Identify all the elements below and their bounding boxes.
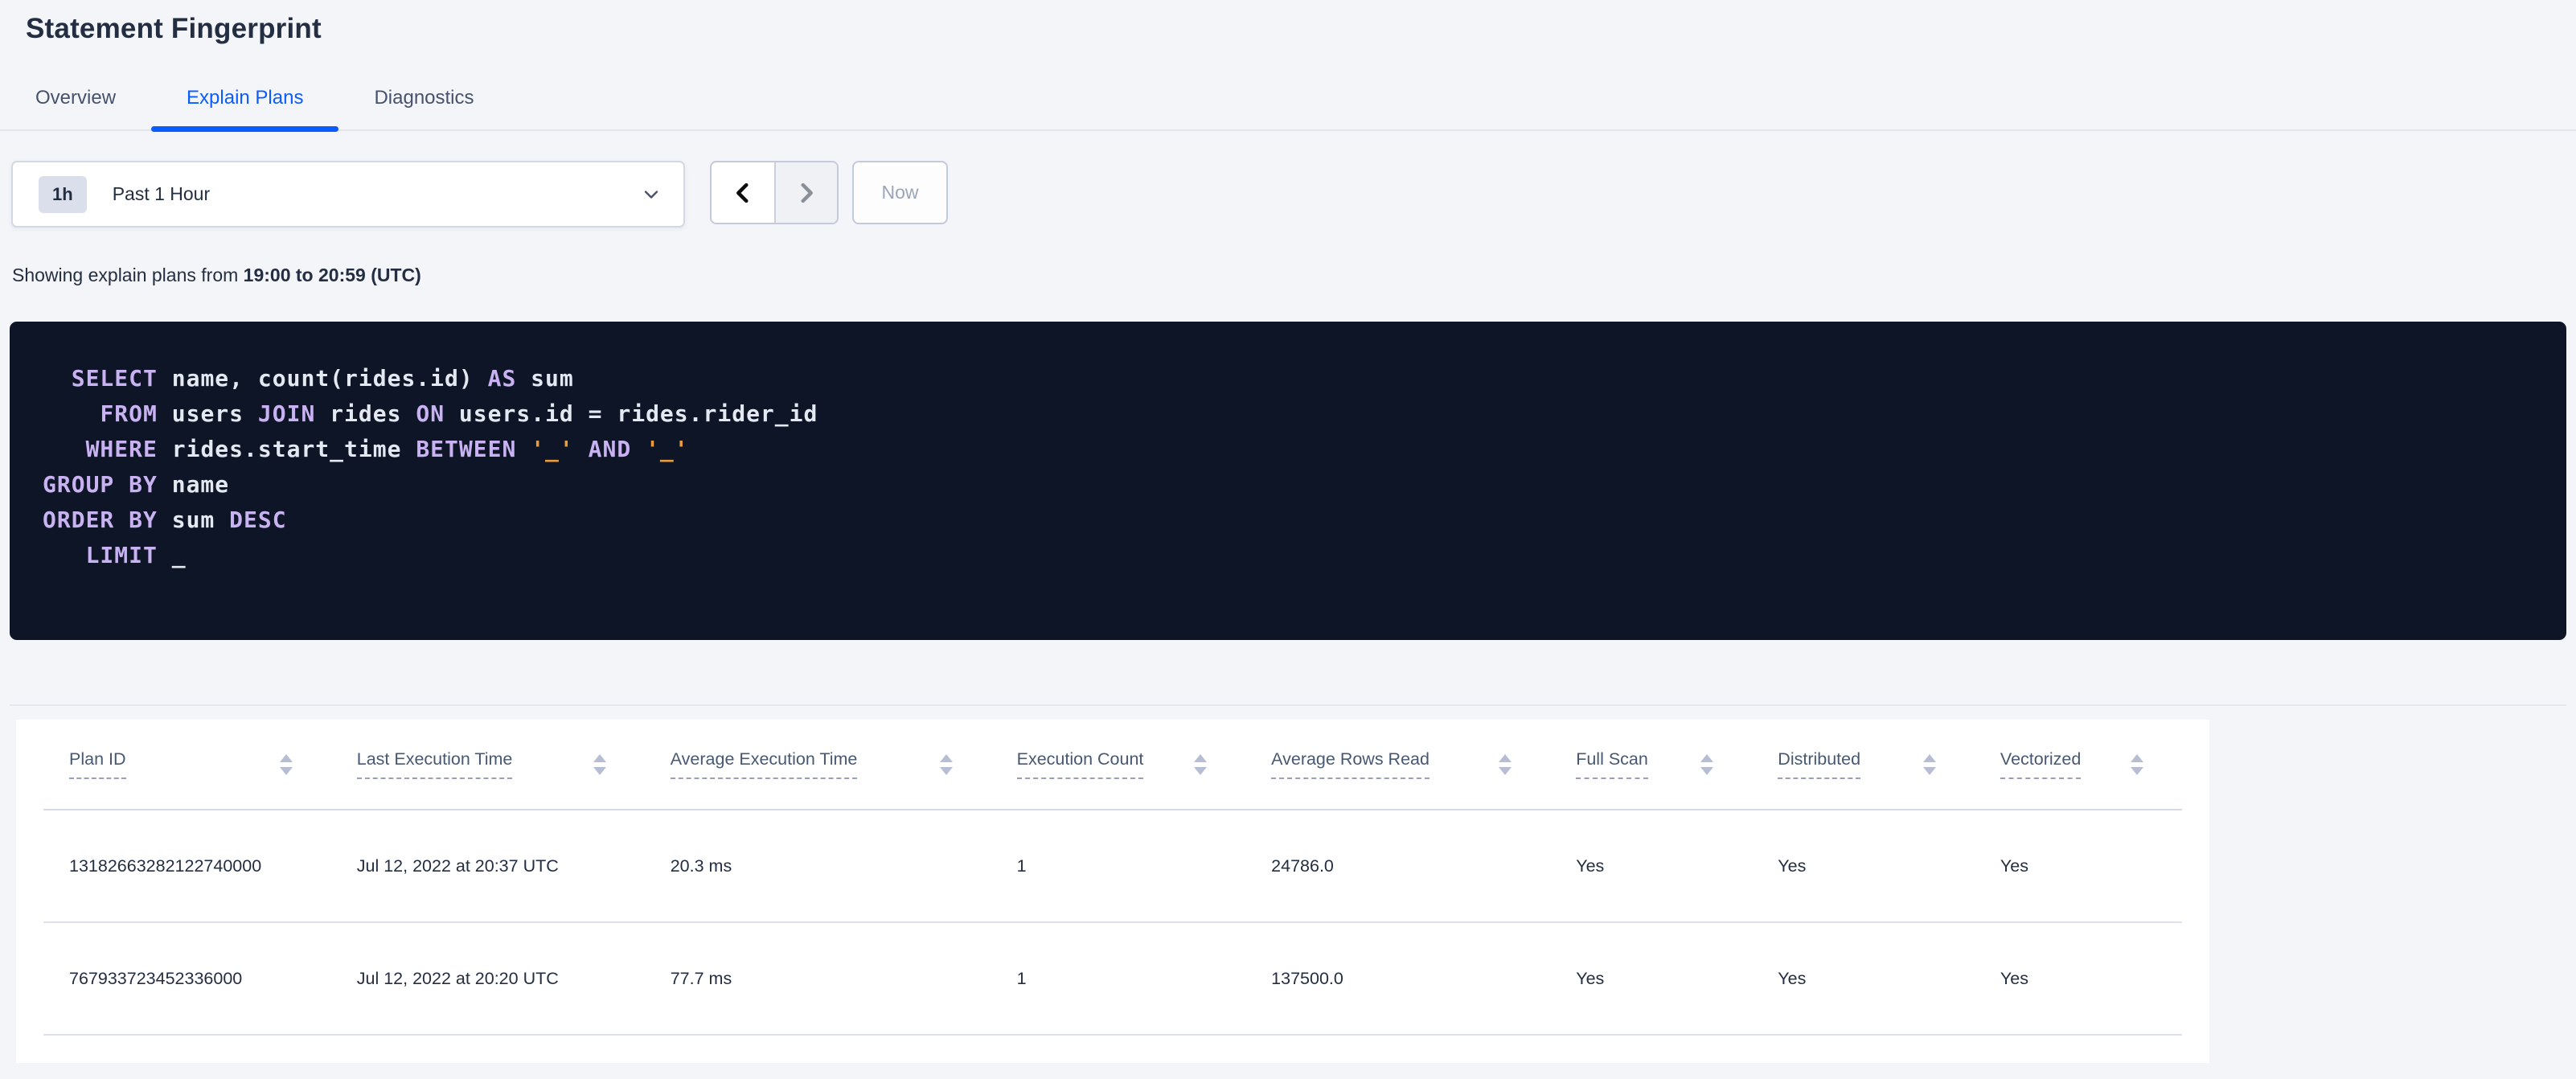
sort-icon <box>279 753 293 775</box>
sort-icon <box>1499 753 1512 775</box>
explain-plans-table: Plan ID Last Execution Time Average Execut… <box>43 720 2182 1036</box>
tab-explain-plans[interactable]: Explain Plans <box>151 67 339 132</box>
tab-diagnostics[interactable]: Diagnostics <box>338 67 509 129</box>
column-header-plan-id[interactable]: Plan ID <box>43 720 331 810</box>
sort-icon <box>939 753 953 775</box>
execution-count-cell: 1 <box>991 922 1246 1036</box>
column-header-label: Execution Count <box>1016 749 1144 779</box>
average-rows-read-cell: 24786.0 <box>1245 810 1551 923</box>
caption-prefix: Showing explain plans from <box>12 265 244 285</box>
sql-line: SELECT name, count(rides.id) AS sum <box>71 365 574 392</box>
column-header-vectorized[interactable]: Vectorized <box>1974 720 2182 810</box>
previous-time-button[interactable] <box>712 162 774 223</box>
execution-count-cell: 1 <box>991 810 1246 923</box>
distributed-cell: Yes <box>1752 810 1975 923</box>
sql-line: LIMIT _ <box>85 542 187 568</box>
sort-icon <box>1922 753 1936 775</box>
column-header-distributed[interactable]: Distributed <box>1752 720 1975 810</box>
time-range-label: Past 1 Hour <box>112 183 211 204</box>
now-button[interactable]: Now <box>852 161 948 224</box>
sql-statement-box: SELECT name, count(rides.id) AS sum FROM… <box>10 322 2566 640</box>
sql-line: GROUP BY name <box>43 471 230 498</box>
section-divider <box>10 704 2566 706</box>
tab-overview-label: Overview <box>35 87 117 109</box>
table-header-row: Plan ID Last Execution Time Average Execut… <box>43 720 2182 810</box>
tab-overview[interactable]: Overview <box>0 67 151 129</box>
caption-time-range: 19:00 to 20:59 (UTC) <box>243 265 421 285</box>
time-controls: 1h Past 1 Hour Now <box>11 161 2576 228</box>
last-execution-time-cell: Jul 12, 2022 at 20:37 UTC <box>330 810 645 923</box>
now-button-label: Now <box>881 182 919 203</box>
full-scan-cell: Yes <box>1550 922 1753 1036</box>
column-header-label: Distributed <box>1778 749 1861 779</box>
sort-icon <box>2131 753 2143 775</box>
sort-icon <box>1194 753 1208 775</box>
vectorized-cell: Yes <box>1974 810 2182 923</box>
next-time-button[interactable] <box>774 162 837 223</box>
sql-line: WHERE rides.start_time BETWEEN '_' AND '… <box>85 436 689 462</box>
time-range-badge: 1h <box>39 175 87 213</box>
sql-statement-code: SELECT name, count(rides.id) AS sum FROM… <box>43 361 2550 573</box>
column-header-label: Last Execution Time <box>356 749 513 779</box>
column-header-label: Plan ID <box>69 749 126 779</box>
column-header-label: Full Scan <box>1576 749 1648 779</box>
sort-icon <box>593 753 606 775</box>
page-title: Statement Fingerprint <box>26 13 322 44</box>
time-range-dropdown[interactable]: 1h Past 1 Hour <box>11 161 685 228</box>
column-header-average-execution-time[interactable]: Average Execution Time <box>644 720 991 810</box>
last-execution-time-cell: Jul 12, 2022 at 20:20 UTC <box>330 922 645 1036</box>
plan-id-cell[interactable]: 767933723452336000 <box>43 922 331 1036</box>
sql-line: ORDER BY sum DESC <box>43 507 287 533</box>
chevron-right-icon <box>801 183 813 203</box>
chevron-down-icon <box>644 190 658 199</box>
table-row[interactable]: 767933723452336000 Jul 12, 2022 at 20:20 … <box>43 922 2182 1036</box>
average-rows-read-cell: 137500.0 <box>1245 922 1551 1036</box>
column-header-average-rows-read[interactable]: Average Rows Read <box>1245 720 1551 810</box>
column-header-last-execution-time[interactable]: Last Execution Time <box>330 720 645 810</box>
explain-plans-table-card: Plan ID Last Execution Time Average Execut… <box>16 720 2209 1063</box>
vectorized-cell: Yes <box>1974 922 2182 1036</box>
plan-id-cell[interactable]: 13182663282122740000 <box>43 810 331 923</box>
tab-diagnostics-label: Diagnostics <box>374 87 474 109</box>
distributed-cell: Yes <box>1752 922 1975 1036</box>
showing-plans-caption: Showing explain plans from 19:00 to 20:5… <box>12 265 2576 286</box>
column-header-execution-count[interactable]: Execution Count <box>991 720 1246 810</box>
table-row[interactable]: 13182663282122740000 Jul 12, 2022 at 20:3… <box>43 810 2182 923</box>
column-header-label: Vectorized <box>2000 749 2082 779</box>
time-step-button-group <box>710 161 839 224</box>
page-header: Statement Fingerprint <box>0 0 2576 45</box>
average-execution-time-cell: 77.7 ms <box>644 922 991 1036</box>
full-scan-cell: Yes <box>1550 810 1753 923</box>
sort-icon <box>1700 753 1714 775</box>
tab-bar: Overview Explain Plans Diagnostics <box>0 67 2576 132</box>
column-header-full-scan[interactable]: Full Scan <box>1550 720 1753 810</box>
tab-explain-plans-label: Explain Plans <box>187 87 304 109</box>
chevron-left-icon <box>736 183 749 203</box>
column-header-label: Average Execution Time <box>670 749 858 779</box>
sql-line: FROM users JOIN rides ON users.id = ride… <box>100 400 818 427</box>
average-execution-time-cell: 20.3 ms <box>644 810 991 923</box>
column-header-label: Average Rows Read <box>1271 749 1430 779</box>
